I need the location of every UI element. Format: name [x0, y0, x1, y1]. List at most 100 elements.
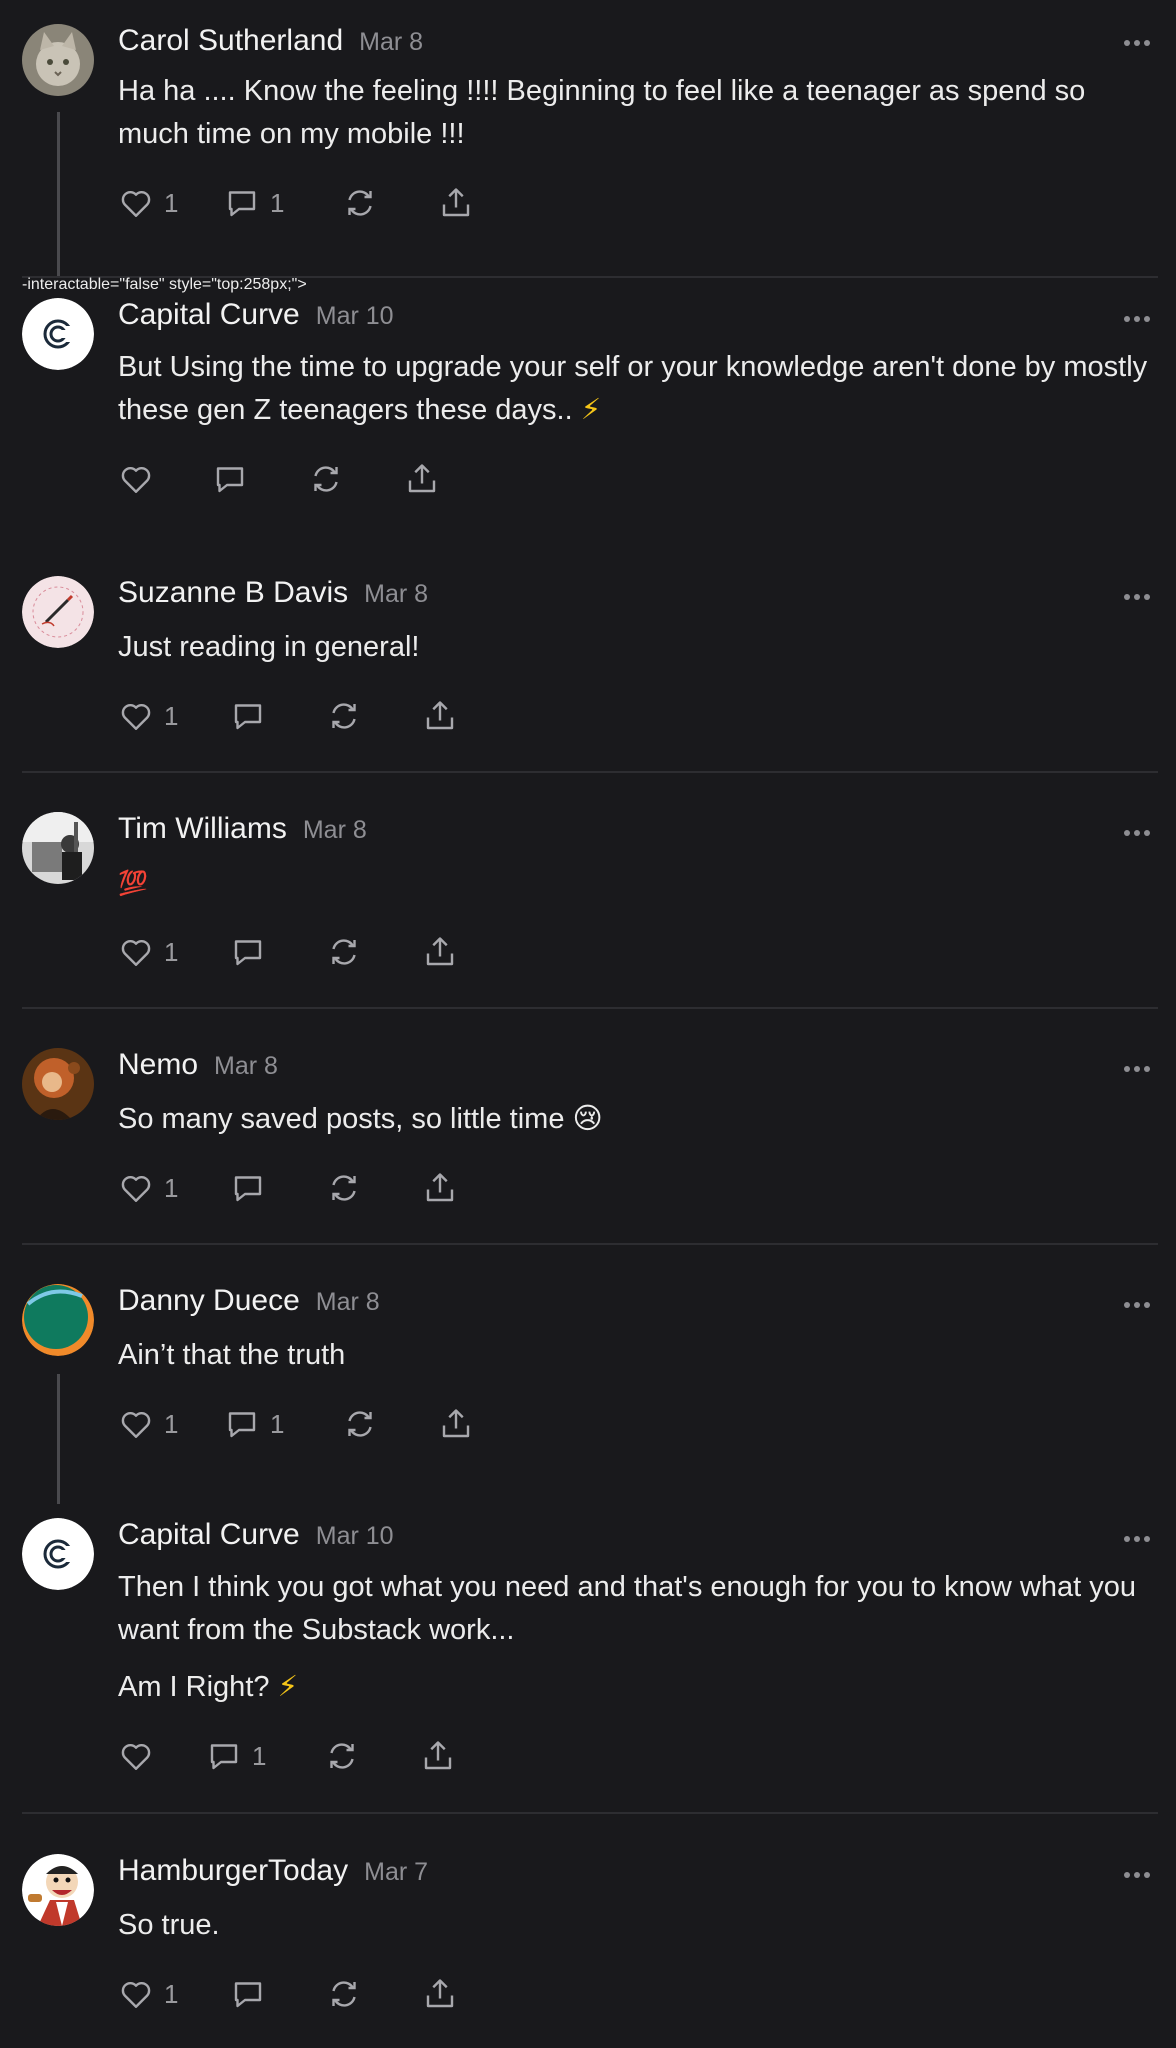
share-button[interactable]: [438, 183, 474, 223]
author-name[interactable]: Danny Duece: [118, 1284, 300, 1317]
author-name[interactable]: Nemo: [118, 1048, 198, 1081]
more-options-icon[interactable]: [1124, 1302, 1150, 1310]
restack-button[interactable]: [324, 1736, 360, 1776]
author-name[interactable]: Tim Williams: [118, 812, 287, 845]
divider: [22, 1243, 1158, 1245]
thread-line: [57, 112, 60, 277]
like-button[interactable]: 1: [118, 1404, 178, 1444]
cat-photo-avatar-icon: [22, 24, 94, 96]
restack-button[interactable]: [326, 932, 362, 972]
restack-icon: [332, 1981, 356, 2007]
like-count: 1: [164, 1408, 179, 1439]
restack-icon: [330, 1743, 354, 1769]
comment-body: 💯: [118, 862, 1156, 905]
comment-text: Am I Right? ⚡: [118, 1671, 298, 1703]
divider: -interactable="false" style="top:258px;"…: [22, 276, 1158, 293]
comment-date[interactable]: Mar 10: [316, 1522, 394, 1550]
more-options-icon[interactable]: [1124, 1536, 1150, 1544]
avatar[interactable]: [22, 298, 94, 370]
like-button[interactable]: 1: [118, 932, 178, 972]
restack-button[interactable]: [326, 696, 362, 736]
reply-button[interactable]: 1: [206, 1736, 266, 1776]
reply-button[interactable]: [230, 696, 266, 736]
lightning-emoji-icon: ⚡: [277, 1671, 298, 1703]
comment-date[interactable]: Mar 8: [303, 816, 367, 844]
reply-button[interactable]: [212, 459, 248, 499]
share-button[interactable]: [404, 459, 440, 499]
reply-button[interactable]: [230, 1974, 266, 2014]
comment-bubble-icon: [234, 1176, 262, 1202]
capital-curve-logo-icon: [22, 298, 94, 370]
comment-date[interactable]: Mar 10: [316, 302, 394, 330]
more-options-icon[interactable]: [1124, 40, 1150, 48]
author-name[interactable]: Capital Curve: [118, 1518, 300, 1551]
comment-bubble-icon: [210, 1744, 238, 1770]
reply-count: 1: [270, 187, 285, 218]
more-options-icon[interactable]: [1124, 1066, 1150, 1074]
share-button[interactable]: [422, 932, 458, 972]
avatar[interactable]: [22, 576, 94, 648]
avatar[interactable]: [22, 1284, 94, 1356]
comment-bubble-icon: [234, 1982, 262, 2008]
capital-curve-logo-icon: [22, 1518, 94, 1590]
author-name[interactable]: HamburgerToday: [118, 1854, 348, 1887]
like-button[interactable]: [118, 459, 154, 499]
comment-body: Ain’t that the truth: [118, 1334, 1156, 1377]
restack-button[interactable]: [308, 459, 344, 499]
share-icon: [424, 1741, 452, 1770]
avatar[interactable]: [22, 24, 94, 96]
avatar[interactable]: [22, 1518, 94, 1590]
comment-body: So many saved posts, so little time 😢: [118, 1098, 1156, 1141]
reply-button[interactable]: [230, 1168, 266, 1208]
share-icon: [426, 1173, 454, 1202]
reply-button[interactable]: 1: [224, 1404, 284, 1444]
like-button[interactable]: 1: [118, 183, 178, 223]
comment-date[interactable]: Mar 8: [359, 28, 423, 56]
like-count: 1: [164, 1978, 179, 2009]
comment-date[interactable]: Mar 8: [214, 1052, 278, 1080]
share-icon: [426, 701, 454, 730]
like-button[interactable]: 1: [118, 1974, 178, 2014]
more-options-icon[interactable]: [1124, 1872, 1150, 1880]
like-button[interactable]: 1: [118, 696, 178, 736]
reply-button[interactable]: [230, 932, 266, 972]
share-button[interactable]: [438, 1404, 474, 1444]
comment-text: So many saved posts, so little time 😢: [118, 1103, 603, 1135]
avatar[interactable]: [22, 1854, 94, 1926]
restack-button[interactable]: [342, 1404, 378, 1444]
share-button[interactable]: [422, 1974, 458, 2014]
restack-button[interactable]: [326, 1974, 362, 2014]
like-button[interactable]: [118, 1736, 154, 1776]
divider: [22, 1007, 1158, 1009]
more-options-icon[interactable]: [1124, 830, 1150, 838]
share-button[interactable]: [422, 696, 458, 736]
author-name[interactable]: Carol Sutherland: [118, 24, 343, 57]
restack-button[interactable]: [326, 1168, 362, 1208]
more-options-icon[interactable]: [1124, 316, 1150, 324]
more-options-icon[interactable]: [1124, 594, 1150, 602]
grayscale-photo-avatar-icon: [22, 812, 94, 884]
author-name[interactable]: Capital Curve: [118, 298, 300, 331]
comment-date[interactable]: Mar 8: [364, 580, 428, 608]
comment-body: But Using the time to upgrade your self …: [118, 346, 1156, 432]
heart-icon: [121, 939, 151, 966]
restack-icon: [348, 190, 372, 216]
comment-text: So true.: [118, 1909, 220, 1941]
restack-icon: [332, 703, 356, 729]
comment-bubble-icon: [234, 704, 262, 730]
comment-date[interactable]: Mar 7: [364, 1858, 428, 1886]
comment-text: But Using the time to upgrade your self …: [118, 351, 1148, 426]
restack-icon: [332, 939, 356, 965]
reply-button[interactable]: 1: [224, 183, 284, 223]
like-button[interactable]: 1: [118, 1168, 178, 1208]
restack-button[interactable]: [342, 183, 378, 223]
green-circle-avatar-icon: [22, 1284, 94, 1356]
someone-to-talk-to-logo-icon: [22, 576, 94, 648]
share-button[interactable]: [422, 1168, 458, 1208]
avatar[interactable]: [22, 812, 94, 884]
avatar[interactable]: [22, 1048, 94, 1120]
restack-icon: [332, 1175, 356, 1201]
author-name[interactable]: Suzanne B Davis: [118, 576, 348, 609]
share-button[interactable]: [420, 1736, 456, 1776]
comment-date[interactable]: Mar 8: [316, 1288, 380, 1316]
